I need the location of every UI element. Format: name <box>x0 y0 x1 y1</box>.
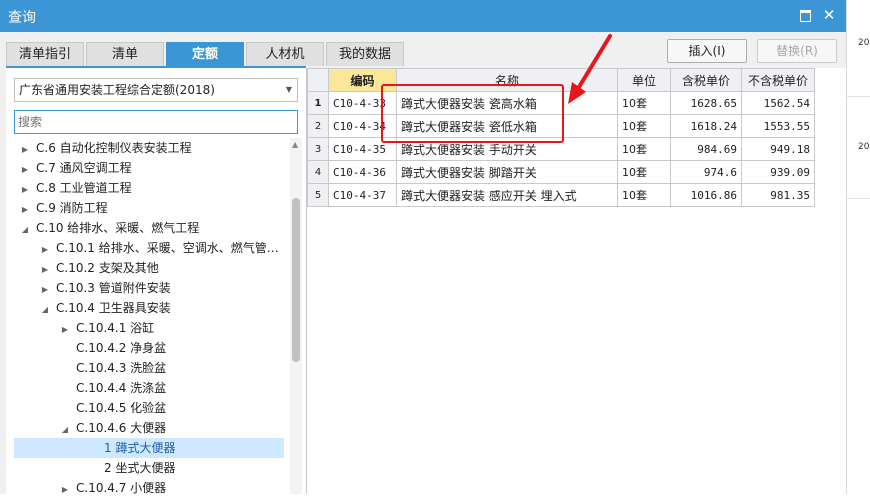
cell-notax-price[interactable]: 1562.54 <box>741 91 815 115</box>
column-header-tax-price[interactable]: 含税单价 <box>670 68 742 92</box>
expand-arrow-icon[interactable]: ▶ <box>20 200 30 220</box>
insert-button[interactable]: 插入(I) <box>667 39 747 63</box>
cell-tax-price[interactable]: 1628.65 <box>670 91 742 115</box>
cell-tax-price[interactable]: 1016.86 <box>670 183 742 207</box>
red-arrow-annotation <box>568 34 612 104</box>
tab-list-guide[interactable]: 清单指引 <box>6 42 84 66</box>
cell-unit[interactable]: 10套 <box>617 183 671 207</box>
tree-node[interactable]: ▶ C.6 自动化控制仪表安装工程 <box>20 138 192 158</box>
cell-notax-price[interactable]: 949.18 <box>741 137 815 161</box>
tree-node[interactable]: ◢ C.10.4.6 大便器 <box>60 418 166 438</box>
highlight-box <box>381 84 564 143</box>
cell-name[interactable]: 蹲式大便器安装 感应开关 埋入式 <box>396 183 618 207</box>
chevron-down-icon[interactable]: ▼ <box>286 79 292 101</box>
divider <box>847 96 870 97</box>
scrollbar-thumb[interactable] <box>292 198 300 362</box>
window-title: 查询 <box>8 10 36 26</box>
cell-notax-price[interactable]: 939.09 <box>741 160 815 184</box>
cell-tax-price[interactable]: 984.69 <box>670 137 742 161</box>
divider <box>847 198 870 199</box>
expand-arrow-icon[interactable]: ▶ <box>40 260 50 280</box>
tree-node[interactable]: ◢ C.10 给排水、采暖、燃气工程 <box>20 218 199 238</box>
expand-arrow-icon[interactable]: ▶ <box>20 140 30 160</box>
search-input[interactable] <box>14 110 298 134</box>
row-number: 3 <box>307 137 329 161</box>
collapse-arrow-icon[interactable]: ◢ <box>40 300 50 320</box>
collapse-arrow-icon[interactable]: ◢ <box>60 420 70 440</box>
row-number: 2 <box>307 114 329 138</box>
side-mark: 200 <box>858 142 870 152</box>
row-number: 4 <box>307 160 329 184</box>
cell-notax-price[interactable]: 1553.55 <box>741 114 815 138</box>
cell-unit[interactable]: 10套 <box>617 114 671 138</box>
tab-labor-material-machine[interactable]: 人材机 <box>246 42 324 66</box>
tree-node[interactable]: ▶ C.9 消防工程 <box>20 198 108 218</box>
tree-node[interactable]: ▶ C.10.4.7 小便器 <box>60 478 166 498</box>
expand-arrow-icon[interactable]: ▶ <box>60 320 70 340</box>
replace-button[interactable]: 替换(R) <box>757 39 837 63</box>
cell-notax-price[interactable]: 981.35 <box>741 183 815 207</box>
tab-my-data[interactable]: 我的数据 <box>326 42 404 66</box>
tab-list[interactable]: 清单 <box>86 42 164 66</box>
tree-node[interactable]: C.10.4.4 洗涤盆 <box>60 378 166 398</box>
tree-node[interactable]: ▶ C.7 通风空调工程 <box>20 158 132 178</box>
row-number-header <box>307 68 329 92</box>
tree-node[interactable]: C.10.4.5 化验盆 <box>60 398 166 418</box>
tree-node[interactable]: ▶ C.10.3 管道附件安装 <box>40 278 171 298</box>
tree-node[interactable]: ▶ C.10.1 给排水、采暖、空调水、燃气管… <box>40 238 279 258</box>
scroll-up-icon[interactable]: ▲ <box>292 140 298 149</box>
table-row[interactable]: 5 C10-4-37 蹲式大便器安装 感应开关 埋入式 10套 1016.86 … <box>307 183 815 207</box>
column-header-notax-price[interactable]: 不含税单价 <box>741 68 815 92</box>
tree-node-selected[interactable]: 1 蹲式大便器 <box>14 438 284 458</box>
library-select[interactable]: 广东省通用安装工程综合定额(2018) ▼ <box>14 78 298 102</box>
expand-arrow-icon[interactable]: ▶ <box>20 180 30 200</box>
side-mark: 200 <box>858 38 870 48</box>
tree-node[interactable]: ▶ C.10.2 支架及其他 <box>40 258 159 278</box>
maximize-icon[interactable] <box>798 8 812 22</box>
cell-unit[interactable]: 10套 <box>617 160 671 184</box>
expand-arrow-icon[interactable]: ▶ <box>60 480 70 500</box>
tree-scrollbar[interactable]: ▲ <box>290 138 302 494</box>
quota-tree-panel: 广东省通用安装工程综合定额(2018) ▼ ▶C.6 自动化控制仪表安装工程 ▶… <box>6 68 307 495</box>
tree-node[interactable]: C.10.4.3 洗脸盆 <box>60 358 166 378</box>
close-icon[interactable]: ✕ <box>822 8 836 23</box>
title-bar[interactable]: 查询 ✕ <box>0 0 846 32</box>
expand-arrow-icon[interactable]: ▶ <box>40 280 50 300</box>
cell-unit[interactable]: 10套 <box>617 91 671 115</box>
cell-code[interactable]: C10-4-36 <box>328 160 397 184</box>
tree-node[interactable]: 2 坐式大便器 <box>88 458 175 478</box>
tree-node[interactable]: ▶ C.8 工业管道工程 <box>20 178 132 198</box>
row-number: 5 <box>307 183 329 207</box>
cell-name[interactable]: 蹲式大便器安装 脚踏开关 <box>396 160 618 184</box>
row-number: 1 <box>307 91 329 115</box>
tab-quota[interactable]: 定额 <box>166 42 244 66</box>
table-row[interactable]: 4 C10-4-36 蹲式大便器安装 脚踏开关 10套 974.6 939.09 <box>307 160 815 184</box>
tree-node[interactable]: ◢ C.10.4 卫生器具安装 <box>40 298 171 318</box>
background-window-strip: 200 200 <box>846 0 870 494</box>
library-select-value: 广东省通用安装工程综合定额(2018) <box>19 83 215 97</box>
expand-arrow-icon[interactable]: ▶ <box>20 160 30 180</box>
tree-node[interactable]: C.10.4.2 净身盆 <box>60 338 166 358</box>
cell-tax-price[interactable]: 974.6 <box>670 160 742 184</box>
cell-code[interactable]: C10-4-37 <box>328 183 397 207</box>
cell-tax-price[interactable]: 1618.24 <box>670 114 742 138</box>
collapse-arrow-icon[interactable]: ◢ <box>20 220 30 240</box>
query-dialog: 查询 ✕ 清单指引 清单 定额 人材机 我的数据 插入(I) 替换(R) 广东省… <box>0 0 846 495</box>
expand-arrow-icon[interactable]: ▶ <box>40 240 50 260</box>
column-header-unit[interactable]: 单位 <box>617 68 671 92</box>
cell-unit[interactable]: 10套 <box>617 137 671 161</box>
tree-node[interactable]: ▶ C.10.4.1 浴缸 <box>60 318 154 338</box>
